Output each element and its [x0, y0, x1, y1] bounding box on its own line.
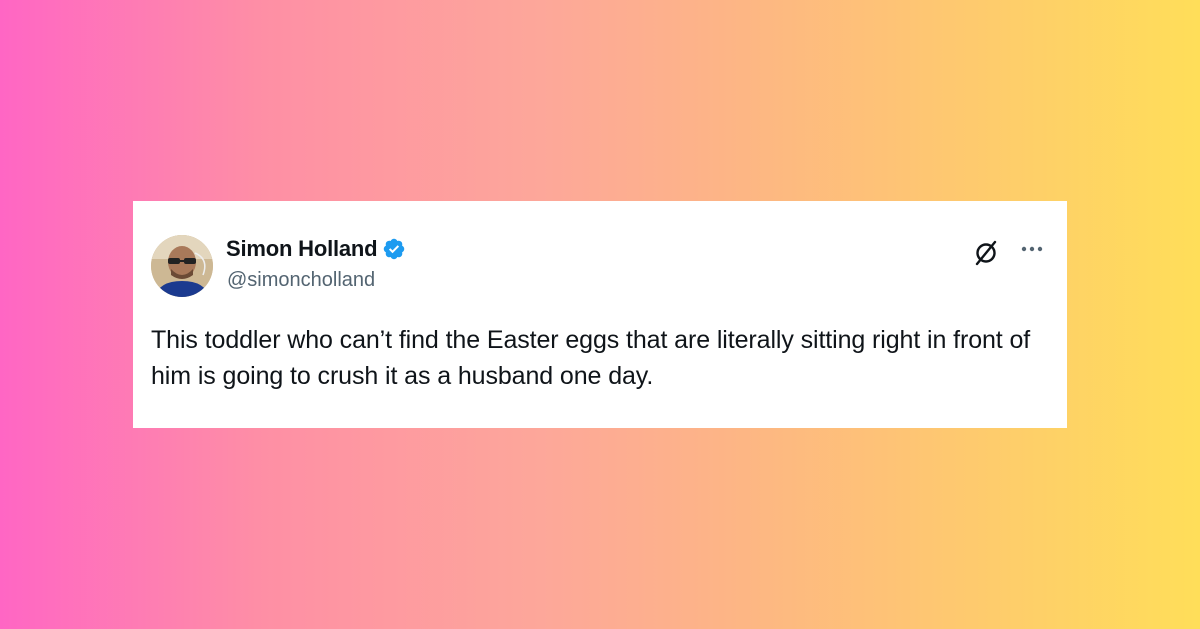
author-handle[interactable]: @simoncholland: [227, 269, 375, 292]
avatar[interactable]: [151, 235, 213, 297]
more-icon[interactable]: [1019, 239, 1045, 259]
author-display-name[interactable]: Simon Holland: [226, 236, 378, 262]
tweet-text: This toddler who can’t find the Easter e…: [151, 326, 1031, 390]
author-name-row[interactable]: Simon Holland: [226, 236, 406, 262]
grok-icon[interactable]: [972, 239, 1000, 267]
tweet-card[interactable]: Simon Holland @simoncholland This toddle…: [133, 201, 1067, 428]
verified-badge-icon: [384, 238, 405, 260]
avatar-photo-icon: [151, 235, 213, 297]
